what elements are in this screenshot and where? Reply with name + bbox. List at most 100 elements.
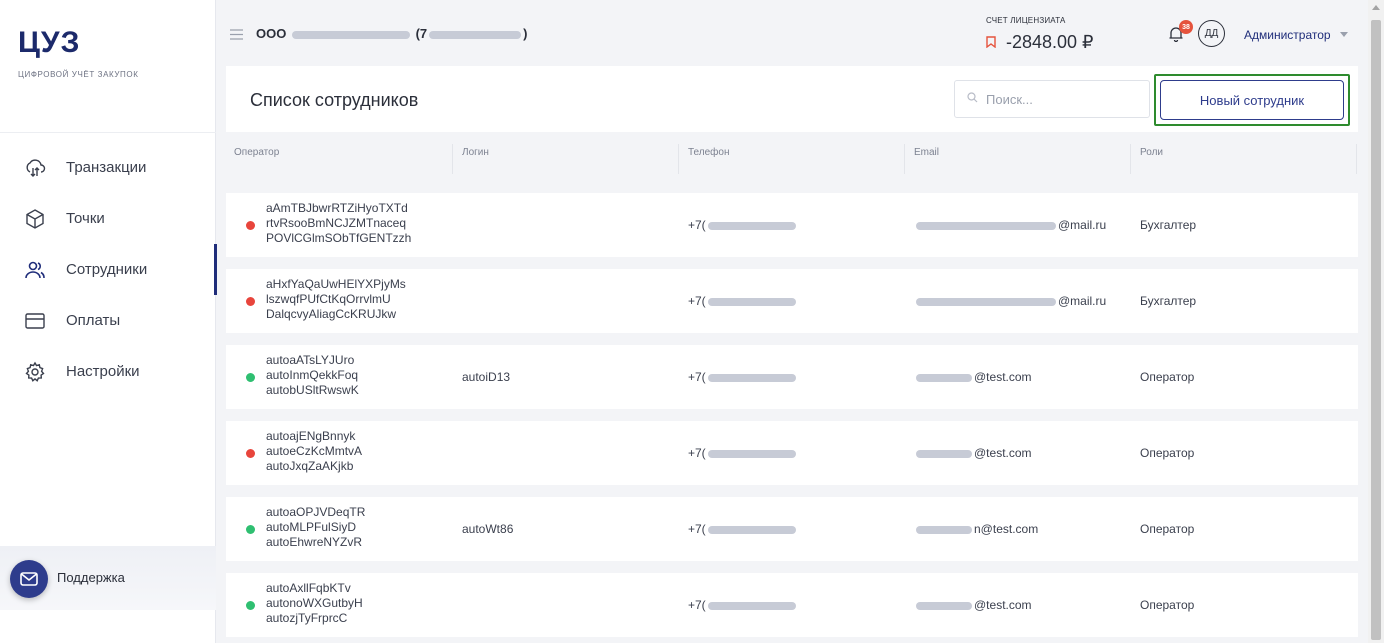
- phone-prefix: +7(: [688, 446, 706, 460]
- phone-prefix: +7(: [688, 598, 706, 612]
- operator-line: lszwqfPUfCtKqOrrvlmU: [266, 292, 391, 306]
- user-menu[interactable]: Администратор: [1244, 28, 1331, 42]
- phone-cell: +7(: [688, 598, 798, 612]
- search-input[interactable]: Поиск...: [954, 80, 1150, 118]
- redacted-phone: [707, 373, 796, 382]
- sidebar-item-points[interactable]: Точки: [0, 193, 216, 244]
- column-email[interactable]: Email: [914, 147, 939, 158]
- mail-icon: [20, 572, 38, 586]
- redacted-email: [916, 297, 1056, 306]
- sidebar-item-transactions[interactable]: Транзакции: [0, 142, 216, 193]
- column-operator[interactable]: Оператор: [234, 147, 279, 158]
- operator-line: aHxfYaQaUwHElYXPjyMs: [266, 277, 406, 291]
- email-domain: @mail.ru: [1058, 218, 1107, 232]
- users-icon: [24, 259, 46, 281]
- operator-line: autoaATsLYJUro: [266, 353, 355, 367]
- table-row[interactable]: aAmTBJbwrRTZiHyoTXTd rtvRsooBmNCJZMTnace…: [226, 193, 1358, 257]
- search-icon: [967, 90, 978, 108]
- column-phone[interactable]: Телефон: [688, 147, 729, 158]
- email-domain: @test.com: [974, 446, 1032, 460]
- column-divider: [1130, 144, 1131, 174]
- focus-highlight: Новый сотрудник: [1154, 74, 1350, 126]
- sidebar: ЦУЗ ЦИФРОВОЙ УЧЁТ ЗАКУПОК Транзакции Точ…: [0, 0, 217, 643]
- email-cell: @test.com: [914, 446, 1032, 460]
- login-cell: autoWt86: [462, 522, 514, 536]
- column-divider: [452, 144, 453, 174]
- new-employee-button[interactable]: Новый сотрудник: [1160, 80, 1344, 120]
- column-login[interactable]: Логин: [462, 147, 489, 158]
- phone-prefix: +7(: [688, 294, 706, 308]
- scroll-up-arrow-icon[interactable]: [1372, 5, 1380, 10]
- email-domain: n@test.com: [974, 522, 1039, 536]
- role-cell: Оператор: [1140, 446, 1195, 460]
- operator-name: autoAxllFqbKTv autonoWXGutbyH autozjTyFr…: [266, 581, 363, 626]
- redacted-email: [916, 373, 972, 382]
- operator-line: autoAxllFqbKTv: [266, 581, 351, 595]
- bookmark-icon: [986, 32, 996, 53]
- scrollbar[interactable]: [1368, 0, 1384, 643]
- table-row[interactable]: aHxfYaQaUwHElYXPjyMs lszwqfPUfCtKqOrrvlm…: [226, 269, 1358, 333]
- operator-name: autoaOPJVDeqTR autoMLPFulSiyD autoEhwreN…: [266, 505, 365, 550]
- sidebar-item-employees[interactable]: Сотрудники: [0, 244, 217, 295]
- role-cell: Бухгалтер: [1140, 294, 1197, 308]
- sidebar-item-label: Сотрудники: [66, 261, 148, 278]
- operator-line: autoeCzKcMmtvA: [266, 444, 363, 458]
- box-icon: [24, 208, 46, 230]
- org-inn-open: (7: [415, 26, 428, 41]
- phone-cell: +7(: [688, 370, 798, 384]
- email-cell: @test.com: [914, 598, 1032, 612]
- chevron-down-icon[interactable]: [1340, 32, 1348, 37]
- status-dot: [246, 373, 255, 382]
- logo-subtitle: ЦИФРОВОЙ УЧЁТ ЗАКУПОК: [18, 70, 139, 79]
- operator-name: autoaATsLYJUro autoInmQekkFoq autobUSltR…: [266, 353, 359, 398]
- sidebar-item-settings[interactable]: Настройки: [0, 346, 216, 397]
- email-cell: @mail.ru: [914, 294, 1106, 308]
- email-cell: @test.com: [914, 370, 1032, 384]
- support-label: Поддержка: [57, 570, 125, 585]
- org-prefix: ООО: [256, 26, 287, 41]
- role-cell: Оператор: [1140, 598, 1195, 612]
- table-header: Оператор Логин Телефон Email Роли: [226, 134, 1358, 184]
- account-caption: СЧЕТ ЛИЦЕНЗИАТА: [986, 16, 1066, 25]
- sidebar-item-label: Точки: [66, 210, 105, 227]
- redacted-phone: [707, 449, 796, 458]
- redacted-email: [916, 449, 972, 458]
- phone-prefix: +7(: [688, 522, 706, 536]
- page-title: Список сотрудников: [250, 90, 419, 110]
- support-panel[interactable]: Поддержка: [0, 546, 216, 610]
- operator-line: autozjTyFrprcC: [266, 611, 348, 625]
- avatar[interactable]: ДД: [1198, 20, 1225, 47]
- redacted-phone: [707, 525, 796, 534]
- redacted-phone: [707, 601, 796, 610]
- operator-line: DalqcvyAliagCcKRUJkw: [266, 307, 397, 321]
- column-roles[interactable]: Роли: [1140, 147, 1163, 158]
- status-dot: [246, 449, 255, 458]
- menu-icon[interactable]: [230, 27, 243, 45]
- logo: ЦУЗ: [18, 26, 81, 59]
- table-row[interactable]: autoajENgBnnyk autoeCzKcMmtvA autoJxqZaA…: [226, 421, 1358, 485]
- scroll-thumb[interactable]: [1371, 20, 1381, 640]
- phone-prefix: +7(: [688, 218, 706, 232]
- page-toolbar: Список сотрудников Поиск... Новый сотруд…: [226, 66, 1358, 132]
- column-divider: [1356, 144, 1357, 174]
- email-cell: n@test.com: [914, 522, 1038, 536]
- table-row[interactable]: autoaATsLYJUro autoInmQekkFoq autobUSltR…: [226, 345, 1358, 409]
- table-row[interactable]: autoaOPJVDeqTR autoMLPFulSiyD autoEhwreN…: [226, 497, 1358, 561]
- status-dot: [246, 601, 255, 610]
- operator-line: rtvRsooBmNCJZMTnaceq: [266, 216, 407, 230]
- notification-badge: 38: [1179, 20, 1193, 34]
- sidebar-item-payments[interactable]: Оплаты: [0, 295, 216, 346]
- operator-line: autoJxqZaAKjkb: [266, 459, 354, 473]
- sidebar-nav: Транзакции Точки Сотрудники Оплаты Настр…: [0, 142, 217, 397]
- transactions-icon: [24, 157, 46, 179]
- operator-line: autoEhwreNYZvR: [266, 535, 363, 549]
- search-placeholder: Поиск...: [986, 91, 1033, 107]
- redacted-org-name: [291, 30, 410, 39]
- email-cell: @mail.ru: [914, 218, 1106, 232]
- phone-cell: +7(: [688, 294, 798, 308]
- role-cell: Оператор: [1140, 370, 1195, 384]
- table-row[interactable]: autoAxllFqbKTv autonoWXGutbyH autozjTyFr…: [226, 573, 1358, 637]
- sidebar-item-label: Настройки: [66, 363, 140, 380]
- operator-line: autoaOPJVDeqTR: [266, 505, 366, 519]
- support-button[interactable]: [10, 560, 48, 598]
